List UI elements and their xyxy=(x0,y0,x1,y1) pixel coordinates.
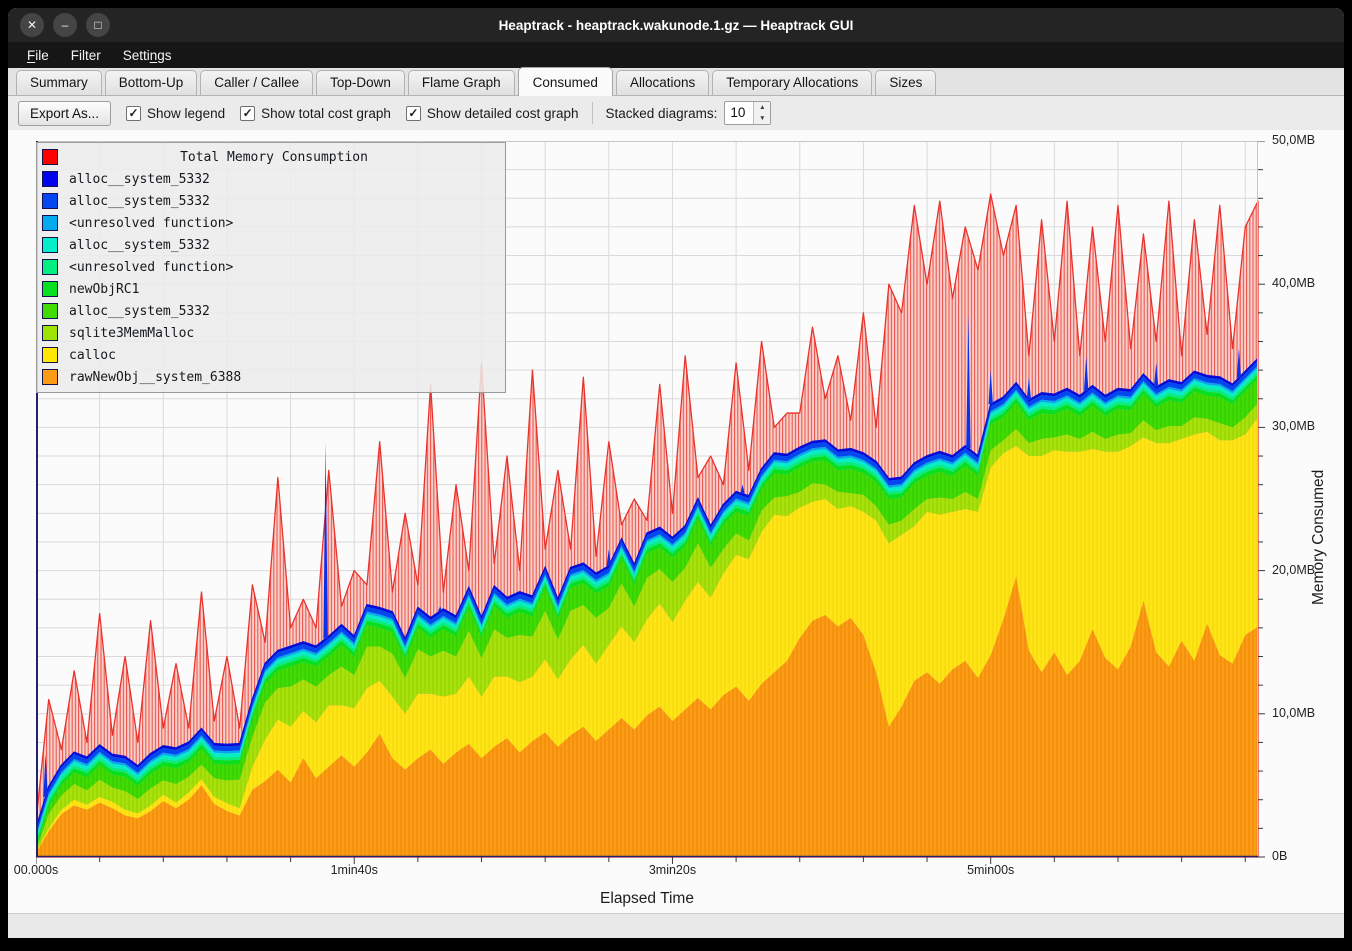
y-tick-label: 20,0MB xyxy=(1272,563,1315,577)
legend-item: rawNewObj__system_6388 xyxy=(37,366,505,388)
legend-swatch-icon xyxy=(42,237,58,253)
x-tick-label: 1min40s xyxy=(331,863,378,877)
close-button[interactable]: ✕ xyxy=(20,13,44,37)
checkmark-icon[interactable]: ✓ xyxy=(406,106,421,121)
x-tick-label: 00.000s xyxy=(14,863,58,877)
heaptrack-window: ✕ – □ Heaptrack - heaptrack.wakunode.1.g… xyxy=(8,8,1344,938)
tab-caller-callee[interactable]: Caller / Callee xyxy=(200,70,313,95)
legend-label: alloc__system_5332 xyxy=(69,238,210,253)
legend-item: sqlite3MemMalloc xyxy=(37,322,505,344)
legend-item: alloc__system_5332 xyxy=(37,190,505,212)
tab-bar: SummaryBottom-UpCaller / CalleeTop-DownF… xyxy=(8,68,1344,96)
stacked-diagrams-spinbox[interactable]: 10 ▲ ▼ xyxy=(724,101,771,125)
x-axis-title: Elapsed Time xyxy=(36,890,1258,908)
legend-swatch-icon xyxy=(42,347,58,363)
legend-swatch-icon xyxy=(42,193,58,209)
legend-label: alloc__system_5332 xyxy=(69,304,210,319)
legend-label: rawNewObj__system_6388 xyxy=(69,370,241,385)
menu-filter[interactable]: Filter xyxy=(60,45,112,66)
legend-label: alloc__system_5332 xyxy=(69,194,210,209)
checkmark-icon[interactable]: ✓ xyxy=(126,106,141,121)
export-as-button[interactable]: Export As... xyxy=(18,101,111,126)
tab-summary[interactable]: Summary xyxy=(16,70,102,95)
checkmark-icon[interactable]: ✓ xyxy=(240,106,255,121)
legend-label: calloc xyxy=(69,348,116,363)
legend-swatch-icon xyxy=(42,369,58,385)
maximize-button[interactable]: □ xyxy=(86,13,110,37)
checkbox-label: Show legend xyxy=(147,106,225,121)
y-tick-label: 0B xyxy=(1272,849,1287,863)
toolbar-separator xyxy=(592,102,593,124)
tab-temporary-allocations[interactable]: Temporary Allocations xyxy=(712,70,872,95)
legend-item: calloc xyxy=(37,344,505,366)
window-title: Heaptrack - heaptrack.wakunode.1.gz — He… xyxy=(499,18,854,33)
legend-item: alloc__system_5332 xyxy=(37,234,505,256)
y-tick-label: 30,0MB xyxy=(1272,419,1315,433)
window-controls: ✕ – □ xyxy=(20,13,110,37)
checkbox-show-legend[interactable]: ✓ Show legend xyxy=(126,106,225,121)
tab-sizes[interactable]: Sizes xyxy=(875,70,936,95)
legend-swatch-icon xyxy=(42,215,58,231)
y-tick-label: 40,0MB xyxy=(1272,276,1315,290)
legend-label: <unresolved function> xyxy=(69,216,233,231)
checkbox-label: Show total cost graph xyxy=(261,106,391,121)
legend-label: newObjRC1 xyxy=(69,282,139,297)
menu-bar: FileFilterSettings xyxy=(8,42,1344,68)
legend-item: newObjRC1 xyxy=(37,278,505,300)
stacked-diagrams-value[interactable]: 10 xyxy=(725,102,753,124)
legend-label: alloc__system_5332 xyxy=(69,172,210,187)
title-bar[interactable]: ✕ – □ Heaptrack - heaptrack.wakunode.1.g… xyxy=(8,8,1344,42)
legend-swatch-icon xyxy=(42,281,58,297)
tab-top-down[interactable]: Top-Down xyxy=(316,70,405,95)
legend-label: sqlite3MemMalloc xyxy=(69,326,194,341)
stacked-diagrams-label: Stacked diagrams: xyxy=(606,106,718,121)
tab-flame-graph[interactable]: Flame Graph xyxy=(408,70,515,95)
toolbar: Export As... ✓ Show legend ✓ Show total cos… xyxy=(8,96,1344,130)
menu-settings[interactable]: Settings xyxy=(112,45,183,66)
checkbox-show-detailed-cost-graph[interactable]: ✓ Show detailed cost graph xyxy=(406,106,579,121)
tab-consumed[interactable]: Consumed xyxy=(518,67,613,96)
checkbox-label: Show detailed cost graph xyxy=(427,106,579,121)
spin-up-icon[interactable]: ▲ xyxy=(754,102,770,113)
legend-item: <unresolved function> xyxy=(37,256,505,278)
tab-bottom-up[interactable]: Bottom-Up xyxy=(105,70,198,95)
legend-label: <unresolved function> xyxy=(69,260,233,275)
spin-buttons: ▲ ▼ xyxy=(753,102,770,124)
chart-legend: Total Memory Consumption alloc__system_53… xyxy=(36,142,506,393)
legend-item: Total Memory Consumption xyxy=(37,146,505,168)
legend-swatch-icon xyxy=(42,259,58,275)
checkbox-show-total-cost-graph[interactable]: ✓ Show total cost graph xyxy=(240,106,391,121)
y-tick-label: 10,0MB xyxy=(1272,706,1315,720)
x-tick-label: 3min20s xyxy=(649,863,696,877)
legend-swatch-icon xyxy=(42,303,58,319)
menu-file[interactable]: File xyxy=(16,45,60,66)
tab-allocations[interactable]: Allocations xyxy=(616,70,709,95)
minimize-button[interactable]: – xyxy=(53,13,77,37)
legend-item: <unresolved function> xyxy=(37,212,505,234)
legend-swatch-icon xyxy=(42,325,58,341)
consumed-chart-panel: Total Memory Consumption alloc__system_53… xyxy=(8,130,1344,913)
y-axis-title: Memory Consumed xyxy=(1310,405,1328,605)
legend-swatch-icon xyxy=(42,171,58,187)
x-tick-label: 5min00s xyxy=(967,863,1014,877)
spin-down-icon[interactable]: ▼ xyxy=(754,113,770,124)
y-tick-label: 50,0MB xyxy=(1272,133,1315,147)
status-bar xyxy=(8,913,1344,938)
toolbar-checkboxes: ✓ Show legend ✓ Show total cost graph ✓ Show … xyxy=(126,106,579,121)
legend-item: alloc__system_5332 xyxy=(37,300,505,322)
legend-item: alloc__system_5332 xyxy=(37,168,505,190)
legend-label: Total Memory Consumption xyxy=(69,150,505,165)
legend-swatch-icon xyxy=(42,149,58,165)
